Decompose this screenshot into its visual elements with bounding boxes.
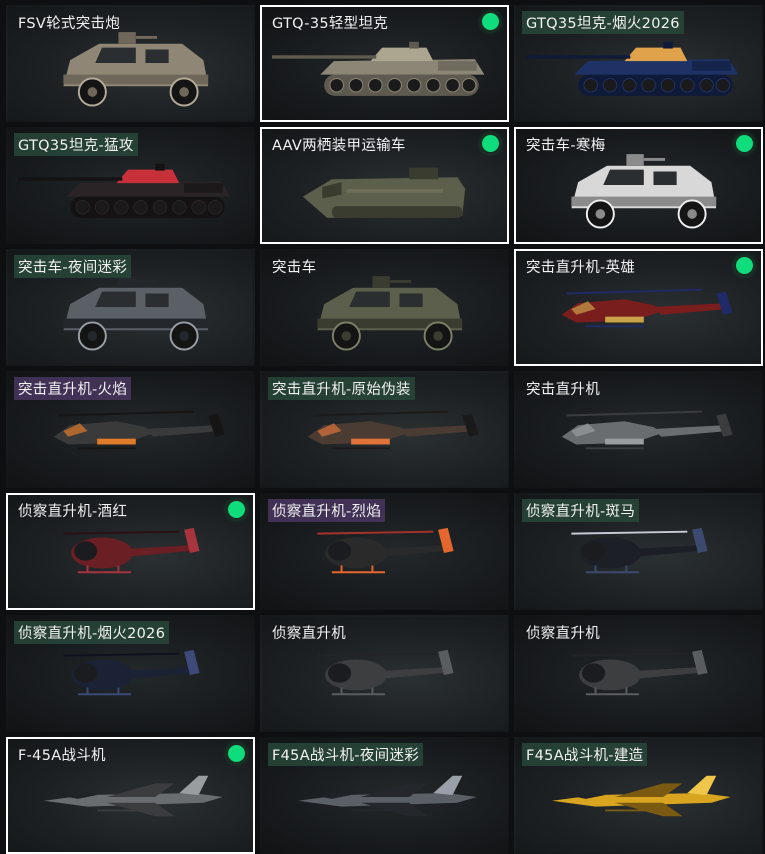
vehicle-skin-card[interactable]: FSV轮式突击炮 bbox=[6, 5, 255, 122]
vehicle-skin-card[interactable]: 侦察直升机-酒红 bbox=[6, 493, 255, 610]
vehicle-skin-card[interactable]: 突击直升机-英雄 bbox=[514, 249, 763, 366]
vehicle-skin-label: F45A战斗机-建造 bbox=[522, 743, 648, 766]
vehicle-skin-card[interactable]: 突击车 bbox=[260, 249, 509, 366]
equipped-indicator-icon bbox=[736, 257, 753, 274]
vehicle-skin-label: 突击直升机-火焰 bbox=[14, 377, 132, 400]
vehicle-skin-label: 突击车-寒梅 bbox=[526, 138, 606, 154]
vehicle-skin-label: 侦察直升机-烈焰 bbox=[268, 499, 386, 522]
vehicle-skin-card[interactable]: 突击直升机 bbox=[514, 371, 763, 488]
vehicle-skin-label: 突击直升机-原始伪装 bbox=[268, 377, 415, 400]
vehicle-skin-card[interactable]: 侦察直升机 bbox=[514, 615, 763, 732]
vehicle-skin-label: F45A战斗机-夜间迷彩 bbox=[268, 743, 424, 766]
vehicle-skin-label: GTQ35坦克-猛攻 bbox=[14, 133, 138, 156]
equipped-indicator-icon bbox=[736, 135, 753, 152]
vehicle-skin-card[interactable]: 侦察直升机 bbox=[260, 615, 509, 732]
vehicle-skin-label: 侦察直升机-斑马 bbox=[522, 499, 640, 522]
vehicle-skin-label: FSV轮式突击炮 bbox=[18, 16, 121, 32]
vehicle-skin-grid: FSV轮式突击炮 GTQ-35轻型坦克 GTQ35坦克-烟火2026 GTQ35… bbox=[0, 0, 765, 854]
equipped-indicator-icon bbox=[482, 13, 499, 30]
vehicle-skin-label: 突击直升机-英雄 bbox=[526, 260, 636, 276]
vehicle-skin-label: 突击车-夜间迷彩 bbox=[14, 255, 132, 278]
vehicle-skin-card[interactable]: 侦察直升机-烟火2026 bbox=[6, 615, 255, 732]
vehicle-skin-card[interactable]: 突击直升机-火焰 bbox=[6, 371, 255, 488]
vehicle-skin-label: 侦察直升机-烟火2026 bbox=[14, 621, 170, 644]
vehicle-skin-label: GTQ35坦克-烟火2026 bbox=[522, 11, 684, 34]
vehicle-skin-label: 侦察直升机 bbox=[272, 626, 346, 642]
vehicle-skin-label: 侦察直升机-酒红 bbox=[18, 504, 128, 520]
vehicle-skin-card[interactable]: 侦察直升机-斑马 bbox=[514, 493, 763, 610]
vehicle-skin-card[interactable]: AAV两栖装甲运输车 bbox=[260, 127, 509, 244]
vehicle-skin-card[interactable]: GTQ-35轻型坦克 bbox=[260, 5, 509, 122]
vehicle-skin-card[interactable]: 侦察直升机-烈焰 bbox=[260, 493, 509, 610]
vehicle-skin-label: 侦察直升机 bbox=[526, 626, 600, 642]
equipped-indicator-icon bbox=[228, 745, 245, 762]
vehicle-skin-label: 突击直升机 bbox=[526, 382, 600, 398]
equipped-indicator-icon bbox=[228, 501, 245, 518]
vehicle-skin-label: 突击车 bbox=[272, 260, 317, 276]
vehicle-skin-card[interactable]: GTQ35坦克-烟火2026 bbox=[514, 5, 763, 122]
vehicle-skin-label: F-45A战斗机 bbox=[18, 748, 106, 764]
vehicle-skin-label: GTQ-35轻型坦克 bbox=[272, 16, 389, 32]
vehicle-skin-card[interactable]: GTQ35坦克-猛攻 bbox=[6, 127, 255, 244]
vehicle-skin-card[interactable]: F45A战斗机-夜间迷彩 bbox=[260, 737, 509, 854]
vehicle-skin-card[interactable]: 突击直升机-原始伪装 bbox=[260, 371, 509, 488]
vehicle-skin-card[interactable]: F-45A战斗机 bbox=[6, 737, 255, 854]
equipped-indicator-icon bbox=[482, 135, 499, 152]
vehicle-skin-card[interactable]: 突击车-夜间迷彩 bbox=[6, 249, 255, 366]
vehicle-skin-label: AAV两栖装甲运输车 bbox=[272, 138, 406, 154]
vehicle-skin-card[interactable]: F45A战斗机-建造 bbox=[514, 737, 763, 854]
vehicle-skin-card[interactable]: 突击车-寒梅 bbox=[514, 127, 763, 244]
